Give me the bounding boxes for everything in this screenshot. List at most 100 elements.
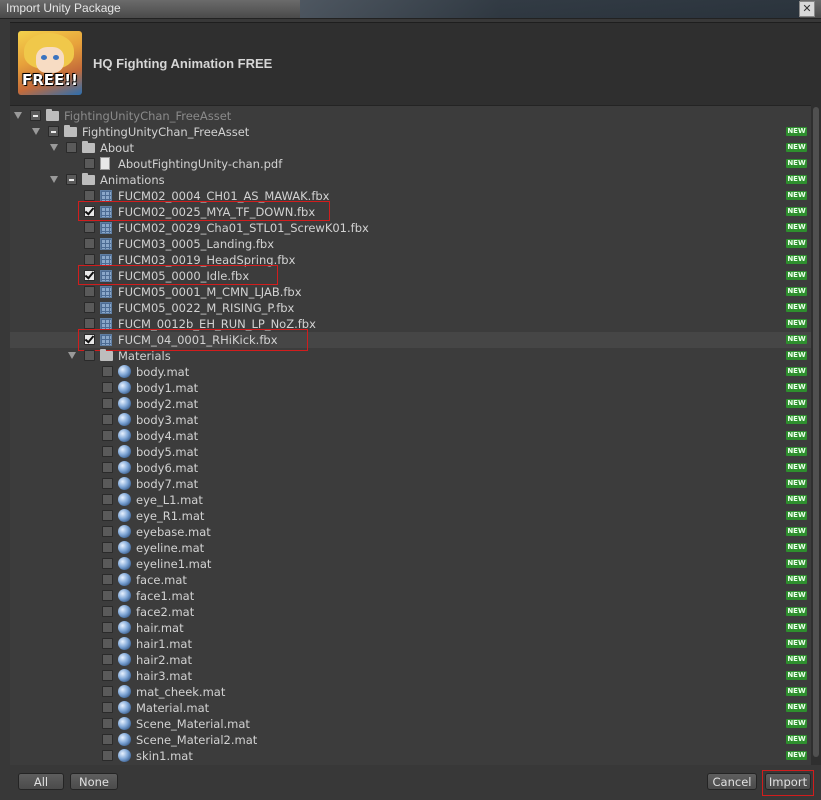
row-checkbox[interactable] (84, 222, 95, 233)
row-checkbox[interactable] (84, 158, 95, 169)
tree-row[interactable]: body3.mat NEW (10, 412, 811, 428)
row-checkbox[interactable] (102, 590, 113, 601)
tree-row[interactable]: Material.mat NEW (10, 700, 811, 716)
row-checkbox[interactable] (102, 734, 113, 745)
row-checkbox[interactable] (102, 542, 113, 553)
material-icon (118, 749, 131, 762)
row-checkbox[interactable] (102, 686, 113, 697)
row-checkbox[interactable] (102, 510, 113, 521)
tree-row[interactable]: face.mat NEW (10, 572, 811, 588)
row-label: hair3.mat (136, 669, 192, 683)
tree-row[interactable]: FUCM_04_0001_RHiKick.fbx NEW (10, 329, 811, 351)
tree-row[interactable]: face2.mat NEW (10, 604, 811, 620)
tree-row[interactable]: eyeline1.mat NEW (10, 556, 811, 572)
expand-arrow-icon[interactable] (32, 128, 40, 135)
close-icon[interactable]: ✕ (799, 1, 815, 17)
row-checkbox[interactable] (102, 622, 113, 633)
row-checkbox[interactable] (102, 702, 113, 713)
expand-arrow-icon[interactable] (68, 352, 76, 359)
row-checkbox[interactable] (48, 126, 59, 137)
tree-row[interactable]: body2.mat NEW (10, 396, 811, 412)
select-all-button[interactable]: All (18, 773, 64, 790)
tree-row[interactable]: body6.mat NEW (10, 460, 811, 476)
tree-row[interactable]: face1.mat NEW (10, 588, 811, 604)
tree-row[interactable]: About NEW (10, 140, 811, 156)
row-checkbox[interactable] (84, 318, 95, 329)
row-checkbox[interactable] (102, 526, 113, 537)
material-icon (118, 557, 131, 570)
select-none-button[interactable]: None (70, 773, 118, 790)
tree-row[interactable]: eye_L1.mat NEW (10, 492, 811, 508)
row-checkbox[interactable] (102, 478, 113, 489)
row-checkbox[interactable] (102, 654, 113, 665)
row-checkbox[interactable] (84, 238, 95, 249)
new-badge: NEW (786, 335, 807, 344)
tree-row[interactable]: Scene_Material.mat NEW (10, 716, 811, 732)
row-label: face.mat (136, 573, 187, 587)
tree-row[interactable]: AboutFightingUnity-chan.pdf NEW (10, 156, 811, 172)
row-checkbox[interactable] (102, 366, 113, 377)
cancel-button[interactable]: Cancel (707, 773, 757, 790)
row-checkbox[interactable] (102, 430, 113, 441)
row-checkbox[interactable] (102, 574, 113, 585)
scrollbar-thumb[interactable] (813, 107, 819, 757)
tree-row[interactable]: FUCM05_0022_M_RISING_P.fbx NEW (10, 300, 811, 316)
row-checkbox[interactable] (102, 670, 113, 681)
tree-row[interactable]: body7.mat NEW (10, 476, 811, 492)
row-checkbox[interactable] (102, 718, 113, 729)
tree-row[interactable]: Materials NEW (10, 348, 811, 364)
row-checkbox[interactable] (84, 302, 95, 313)
tree-row[interactable]: FUCM05_0000_Idle.fbx NEW (10, 265, 811, 285)
tree-row[interactable]: eye_R1.mat NEW (10, 508, 811, 524)
row-checkbox[interactable] (102, 638, 113, 649)
tree-row[interactable]: FUCM05_0001_M_CMN_LJAB.fbx NEW (10, 284, 811, 300)
asset-tree: FightingUnityChan_FreeAsset FightingUnity… (10, 105, 811, 766)
row-checkbox[interactable] (102, 414, 113, 425)
tree-row[interactable]: body1.mat NEW (10, 380, 811, 396)
tree-row[interactable]: FUCM03_0005_Landing.fbx NEW (10, 236, 811, 252)
row-checkbox[interactable] (102, 750, 113, 761)
expand-arrow-icon[interactable] (14, 112, 22, 119)
new-badge: NEW (786, 287, 807, 296)
new-badge: NEW (786, 239, 807, 248)
tree-row[interactable]: body4.mat NEW (10, 428, 811, 444)
row-checkbox[interactable] (30, 110, 41, 121)
tree-row[interactable]: eyebase.mat NEW (10, 524, 811, 540)
new-badge: NEW (786, 687, 807, 696)
tree-row[interactable]: FUCM02_0029_Cha01_STL01_ScrewK01.fbx NEW (10, 220, 811, 236)
tree-row[interactable]: Scene_Material2.mat NEW (10, 732, 811, 748)
tree-row[interactable]: FightingUnityChan_FreeAsset (10, 108, 811, 124)
row-checkbox[interactable] (102, 558, 113, 569)
tree-row[interactable]: body5.mat NEW (10, 444, 811, 460)
tree-row[interactable]: FightingUnityChan_FreeAsset NEW (10, 124, 811, 140)
row-checkbox[interactable] (84, 350, 95, 361)
row-checkbox[interactable] (84, 286, 95, 297)
tree-row[interactable]: hair3.mat NEW (10, 668, 811, 684)
expand-arrow-icon[interactable] (50, 144, 58, 151)
row-checkbox[interactable] (102, 382, 113, 393)
row-label: eyeline1.mat (136, 557, 212, 571)
row-checkbox[interactable] (66, 142, 77, 153)
new-badge: NEW (786, 303, 807, 312)
row-checkbox[interactable] (66, 174, 77, 185)
row-label: hair1.mat (136, 637, 192, 651)
expand-arrow-icon[interactable] (50, 176, 58, 183)
row-checkbox[interactable] (102, 606, 113, 617)
row-checkbox[interactable] (84, 254, 95, 265)
row-checkbox[interactable] (102, 494, 113, 505)
tree-row[interactable]: FUCM02_0025_MYA_TF_DOWN.fbx NEW (10, 201, 811, 221)
tree-row[interactable]: body.mat NEW (10, 364, 811, 380)
row-checkbox[interactable] (102, 398, 113, 409)
tree-row[interactable]: hair1.mat NEW (10, 636, 811, 652)
tree-row[interactable]: mat_cheek.mat NEW (10, 684, 811, 700)
tree-row[interactable]: skin1.mat NEW (10, 748, 811, 764)
new-badge: NEW (786, 479, 807, 488)
tree-row[interactable]: eyeline.mat NEW (10, 540, 811, 556)
tree-row[interactable]: hair.mat NEW (10, 620, 811, 636)
row-checkbox[interactable] (102, 446, 113, 457)
scrollbar[interactable] (811, 105, 821, 765)
tree-row[interactable]: hair2.mat NEW (10, 652, 811, 668)
tree-row[interactable]: Animations NEW (10, 172, 811, 188)
row-checkbox[interactable] (102, 462, 113, 473)
row-checkbox[interactable] (84, 190, 95, 201)
